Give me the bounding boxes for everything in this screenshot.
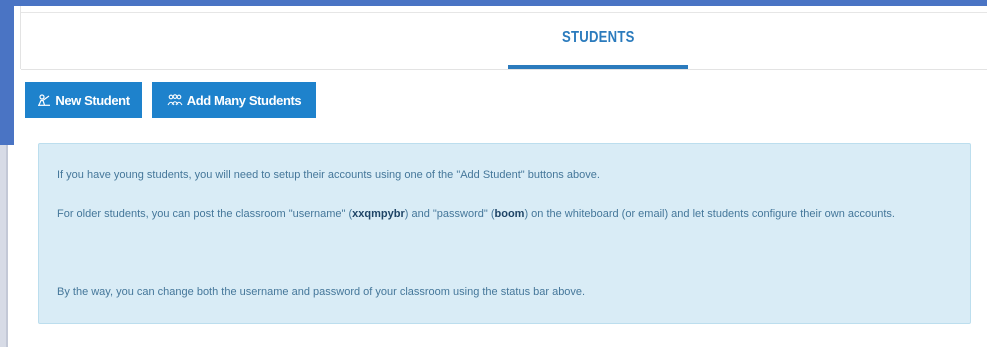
tabs-header — [20, 6, 987, 69]
info-text-older-students: For older students, you can post the cla… — [57, 203, 937, 225]
tab-students-label: STUDENTS — [561, 29, 635, 46]
add-many-students-label: Add Many Students — [186, 92, 302, 108]
new-student-button[interactable]: New Student — [25, 82, 142, 118]
classroom-password: boom — [494, 208, 525, 220]
left-rail — [0, 0, 14, 145]
person-chalkboard-icon — [37, 94, 51, 106]
info-text-change-credentials: By the way, you can change both the user… — [57, 286, 586, 298]
add-many-students-button[interactable]: Add Many Students — [152, 82, 316, 118]
tab-students[interactable]: STUDENTS — [508, 26, 688, 69]
header-top-divider — [21, 12, 987, 13]
info-alert: If you have young students, you will nee… — [38, 143, 971, 324]
group-icon — [167, 94, 183, 106]
header-bottom-divider — [21, 69, 987, 70]
info-text-young-students: If you have young students, you will nee… — [57, 169, 600, 181]
active-tab-indicator — [508, 65, 688, 69]
info-text-segment: ) on the whiteboard (or email) and let s… — [524, 208, 895, 220]
new-student-label: New Student — [55, 92, 130, 108]
info-text-segment: For older students, you can post the cla… — [57, 208, 353, 220]
info-text-segment: ) and "password" ( — [404, 208, 495, 220]
classroom-username: xxqmpybr — [352, 208, 405, 220]
left-rail-edge — [6, 145, 8, 347]
